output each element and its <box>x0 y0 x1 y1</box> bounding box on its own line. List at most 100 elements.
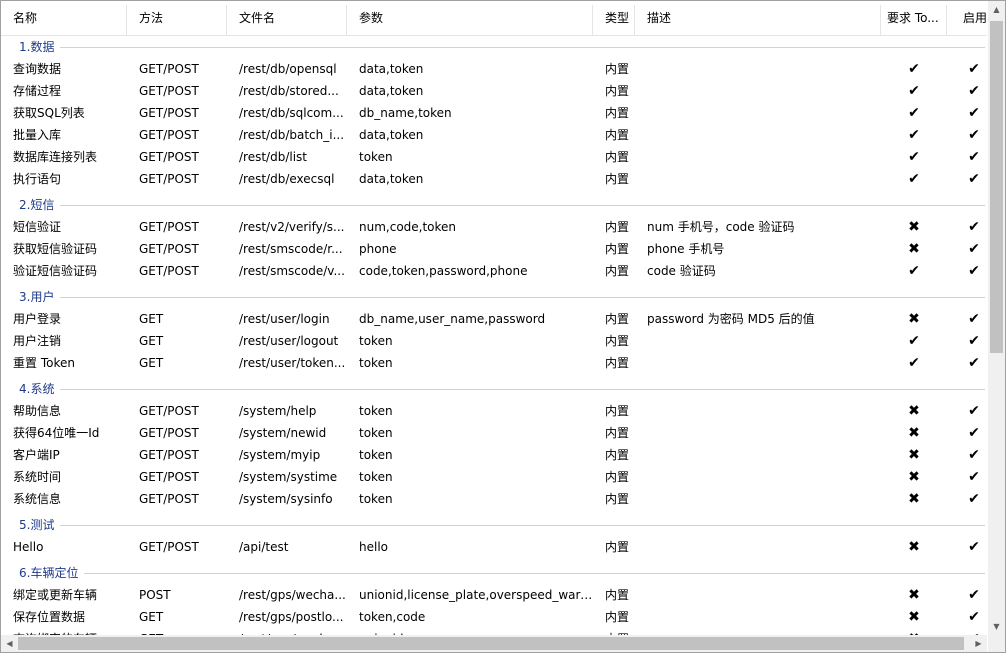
check-icon: ✔ <box>968 469 980 485</box>
group-header[interactable]: 3.用户 <box>1 286 987 308</box>
cell-params: token <box>359 404 393 418</box>
cell-params: code,token,password,phone <box>359 264 528 278</box>
cell-params: token <box>359 356 393 370</box>
column-header-params[interactable]: 参数 <box>347 1 593 35</box>
check-icon: ✔ <box>968 127 980 143</box>
table-row[interactable]: 获取SQL列表 GET/POST/rest/db/sqlcom... db_name… <box>1 102 987 124</box>
cell-params: num,code,token <box>359 220 457 234</box>
horizontal-scrollbar[interactable]: ◀ ▶ <box>1 635 987 652</box>
api-list-view[interactable]: 名称 方法 文件名 参数 类型 描述 要求 To... 启用 1.数据 查询数据 GET/POST… <box>1 1 987 635</box>
cell-params: token <box>359 426 393 440</box>
cell-type: 内置 <box>605 106 630 120</box>
check-icon: ✔ <box>908 355 920 371</box>
cell-type: 内置 <box>605 448 630 462</box>
column-header-enabled[interactable]: 启用 <box>947 1 987 35</box>
cell-type: 内置 <box>605 404 630 418</box>
cell-description: phone 手机号 <box>647 242 725 256</box>
scroll-left-arrow-icon[interactable]: ◀ <box>1 635 18 652</box>
cell-name: 用户登录 <box>13 312 62 326</box>
cell-method: GET <box>139 312 164 326</box>
table-row[interactable]: 保存位置数据 GET/rest/gps/postlo... token,code 内置… <box>1 606 987 628</box>
table-row[interactable]: 验证短信验证码 GET/POST/rest/smscode/v... code,to… <box>1 260 987 282</box>
cell-name: 执行语句 <box>13 172 62 186</box>
check-icon: ✔ <box>968 355 980 371</box>
table-row[interactable]: 批量入库 GET/POST/rest/db/batch_i... data,toke… <box>1 124 987 146</box>
table-row[interactable]: 获得64位唯一Id GET/POST/system/newid token 内置 ✖ ✔ <box>1 422 987 444</box>
cell-description <box>635 58 881 80</box>
column-header-file[interactable]: 文件名 <box>227 1 347 35</box>
table-row[interactable]: 系统信息 GET/POST/system/sysinfo token 内置 ✖ ✔ <box>1 488 987 510</box>
group-divider-line <box>60 525 985 526</box>
group-header[interactable]: 2.短信 <box>1 194 987 216</box>
vertical-scroll-thumb[interactable] <box>990 21 1003 353</box>
table-row[interactable]: 重置 Token GET/rest/user/token... token 内置 ✔ ✔ <box>1 352 987 374</box>
cell-params: phone <box>359 242 397 256</box>
cell-name: 获取SQL列表 <box>13 106 85 120</box>
table-row[interactable]: 获取短信验证码 GET/POST/rest/smscode/r... phone 内置… <box>1 238 987 260</box>
group-divider-line <box>60 205 985 206</box>
table-row[interactable]: 用户登录 GET/rest/user/login db_name,user_name… <box>1 308 987 330</box>
cell-type: 内置 <box>605 242 630 256</box>
cell-description <box>635 146 881 168</box>
column-divider[interactable] <box>126 5 127 35</box>
table-row[interactable]: 帮助信息 GET/POST/system/help token 内置 ✖ ✔ <box>1 400 987 422</box>
check-icon: ✔ <box>968 171 980 187</box>
column-divider[interactable] <box>226 5 227 35</box>
cell-description <box>635 102 881 124</box>
column-header-requires-token[interactable]: 要求 To... <box>881 1 947 35</box>
horizontal-scroll-thumb[interactable] <box>18 637 964 650</box>
table-row[interactable]: Hello GET/POST/api/test hello 内置 ✖ ✔ <box>1 536 987 558</box>
scroll-down-arrow-icon[interactable]: ▼ <box>988 618 1005 635</box>
column-divider[interactable] <box>346 5 347 35</box>
cell-file: /rest/db/execsql <box>239 172 335 186</box>
cell-method: GET/POST <box>139 540 199 554</box>
column-divider[interactable] <box>634 5 635 35</box>
cell-file: /rest/gps/postlo... <box>239 610 344 624</box>
scroll-right-arrow-icon[interactable]: ▶ <box>970 635 987 652</box>
table-row[interactable]: 用户注销 GET/rest/user/logout token 内置 ✔ ✔ <box>1 330 987 352</box>
table-row[interactable]: 数据库连接列表 GET/POST/rest/db/list token 内置 ✔ ✔ <box>1 146 987 168</box>
cell-name: 数据库连接列表 <box>13 150 98 164</box>
check-icon: ✔ <box>968 61 980 77</box>
check-icon: ✔ <box>968 425 980 441</box>
group-title: 5.测试 <box>19 518 55 532</box>
cell-method: GET/POST <box>139 128 199 142</box>
cell-method: GET/POST <box>139 220 199 234</box>
column-divider[interactable] <box>946 5 947 35</box>
group-title: 4.系统 <box>19 382 55 396</box>
group-header[interactable]: 1.数据 <box>1 36 987 58</box>
column-header-name[interactable]: 名称 <box>1 1 127 35</box>
cell-type: 内置 <box>605 84 630 98</box>
table-row[interactable]: 客户端IP GET/POST/system/myip token 内置 ✖ ✔ <box>1 444 987 466</box>
check-icon: ✔ <box>968 311 980 327</box>
cell-params: token <box>359 448 393 462</box>
group-divider-line <box>60 389 985 390</box>
cell-file: /rest/user/login <box>239 312 330 326</box>
vertical-scrollbar[interactable]: ▲ ▼ <box>988 1 1005 635</box>
column-header-type[interactable]: 类型 <box>593 1 635 35</box>
scroll-up-arrow-icon[interactable]: ▲ <box>988 1 1005 18</box>
column-divider[interactable] <box>880 5 881 35</box>
column-divider[interactable] <box>592 5 593 35</box>
group-header[interactable]: 6.车辆定位 <box>1 562 987 584</box>
column-header-description[interactable]: 描述 <box>635 1 881 35</box>
cell-method: GET <box>139 334 164 348</box>
check-icon: ✔ <box>908 127 920 143</box>
group-header[interactable]: 5.测试 <box>1 514 987 536</box>
column-header-method[interactable]: 方法 <box>127 1 227 35</box>
table-row[interactable]: 存储过程 GET/POST/rest/db/stored... data,token… <box>1 80 987 102</box>
cell-file: /rest/smscode/v... <box>239 264 345 278</box>
table-row[interactable]: 系统时间 GET/POST/system/systime token 内置 ✖ ✔ <box>1 466 987 488</box>
cell-params: data,token <box>359 62 424 76</box>
cell-file: /rest/user/logout <box>239 334 339 348</box>
table-row[interactable]: 查询数据 GET/POST/rest/db/opensql data,token 内置… <box>1 58 987 80</box>
cell-method: GET/POST <box>139 242 199 256</box>
cell-file: /rest/db/batch_i... <box>239 128 345 142</box>
group-header[interactable]: 4.系统 <box>1 378 987 400</box>
table-row[interactable]: 执行语句 GET/POST/rest/db/execsql data,token 内置… <box>1 168 987 190</box>
table-row[interactable]: 查询绑定的车辆GET/rest/gps/wecha...unionid内置 ✖✔ <box>1 628 987 635</box>
check-icon: ✔ <box>968 241 980 257</box>
table-row[interactable]: 短信验证 GET/POST/rest/v2/verify/s... num,code… <box>1 216 987 238</box>
cell-file: /system/myip <box>239 448 321 462</box>
table-row[interactable]: 绑定或更新车辆 POST/rest/gps/wecha... unionid,lic… <box>1 584 987 606</box>
